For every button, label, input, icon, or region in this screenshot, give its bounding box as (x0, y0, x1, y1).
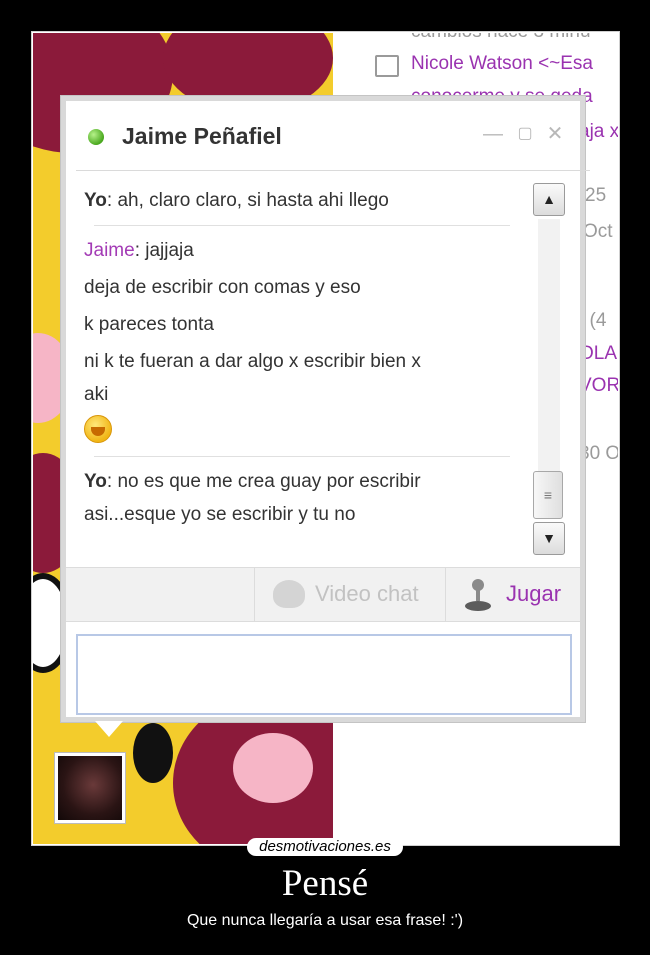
message-text: aki (84, 384, 109, 405)
message: Jaime: jajjaja (84, 240, 194, 261)
chat-window: Jaime Peñafiel — ▢ ✕ Yo: ah, claro claro… (61, 96, 590, 722)
feed-date: Oct (583, 221, 613, 242)
message: Yo: ah, claro claro, si hasta ahi llego (84, 190, 389, 211)
videochat-button[interactable]: Video chat (254, 568, 446, 621)
scroll-thumb[interactable]: ≡ (533, 471, 563, 519)
message-divider (94, 225, 510, 226)
message-sender: Yo (84, 190, 107, 211)
message-text: no es que me crea guay por escribir (117, 471, 421, 492)
jugar-button[interactable]: Jugar (446, 568, 580, 621)
emoji-container (84, 411, 520, 448)
chat-pointer (95, 721, 123, 737)
laughing-smiley-icon (84, 415, 112, 443)
message-text: deja de escribir con comas y eso (84, 277, 361, 298)
chat-header[interactable]: Jaime Peñafiel — ▢ ✕ (76, 101, 590, 171)
calendar-icon (375, 55, 399, 77)
poster-frame: cambios hace 3 minu Nicole Watson <~Esa … (31, 31, 620, 846)
feed-line: cambios hace 3 minu (411, 33, 591, 43)
joystick-icon (465, 579, 491, 611)
feed-name-link[interactable]: Nicole Watson <~Esa (411, 53, 593, 75)
jugar-label: Jugar (506, 581, 562, 606)
message-text: ah, claro claro, si hasta ahi llego (117, 190, 389, 211)
message-input[interactable] (76, 634, 572, 715)
video-camera-icon (273, 580, 305, 608)
message: Yo: no es que me crea guay por escribir (84, 471, 421, 492)
message-scrollbar[interactable]: ▲ ≡ ▼ (533, 183, 565, 557)
message-divider (94, 456, 510, 457)
videochat-label: Video chat (315, 581, 419, 606)
close-icon[interactable]: ✕ (544, 123, 566, 145)
contact-name: Jaime Peñafiel (122, 123, 282, 149)
message-text: jajjaja (145, 240, 194, 261)
scroll-up-arrow-icon[interactable]: ▲ (533, 183, 565, 216)
message-sender: Jaime (84, 240, 135, 261)
message-text: ni k te fueran a dar algo x escribir bie… (84, 351, 421, 372)
screenshot: cambios hace 3 minu Nicole Watson <~Esa … (33, 33, 618, 844)
site-watermark: desmotivaciones.es (247, 838, 403, 856)
message-list: Yo: ah, claro claro, si hasta ahi llego … (76, 178, 528, 554)
avatar[interactable] (55, 753, 125, 823)
poster-title: Pensé (281, 863, 369, 904)
feed-date: 25 (585, 185, 607, 206)
poster-subtitle: Que nunca llegaría a usar esa frase! :') (186, 912, 464, 929)
maximize-icon[interactable]: ▢ (514, 123, 536, 145)
message-text: asi...esque yo se escribir y tu no (84, 504, 356, 525)
chat-toolbar: Video chat Jugar (66, 567, 580, 622)
minimize-icon[interactable]: — (482, 123, 504, 145)
online-status-icon (88, 129, 104, 145)
message-text: k pareces tonta (84, 314, 214, 335)
message-sender: Yo (84, 471, 107, 492)
scroll-down-arrow-icon[interactable]: ▼ (533, 522, 565, 555)
